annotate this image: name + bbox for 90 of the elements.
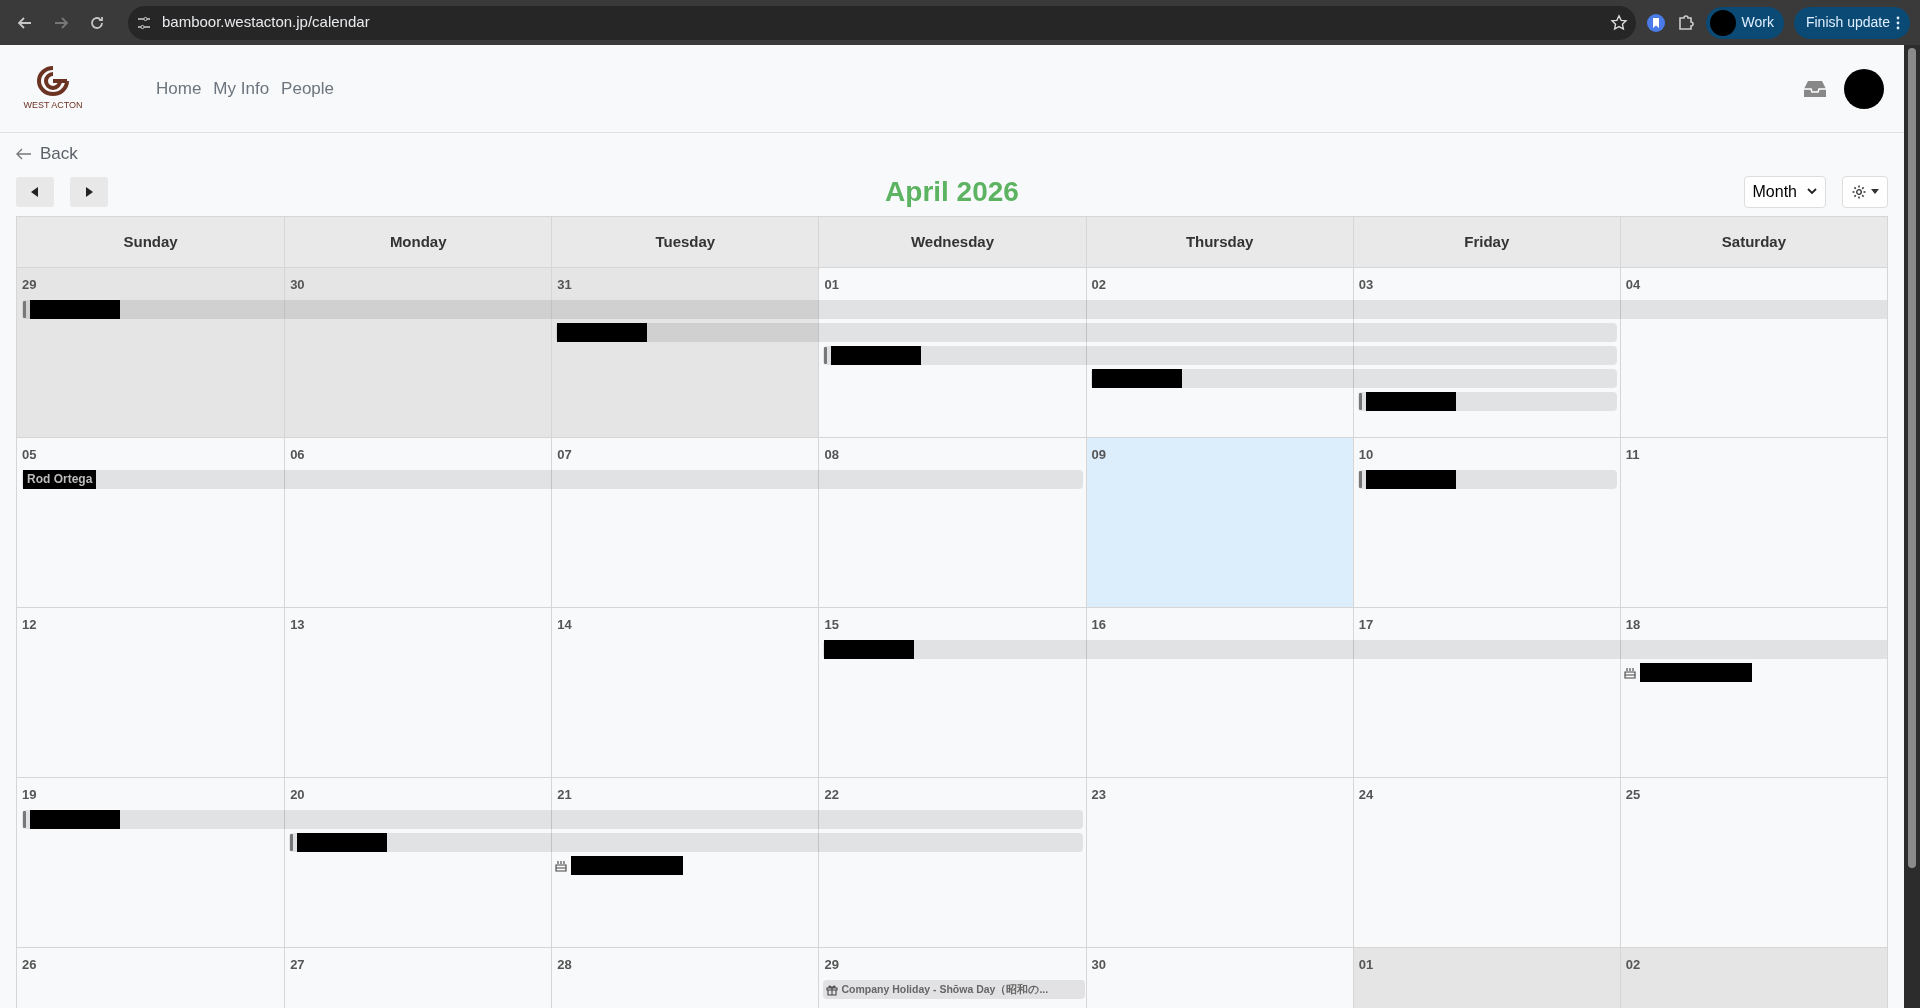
event-bar[interactable] <box>1357 470 1617 490</box>
event-bar[interactable] <box>1357 392 1617 412</box>
bookmark-extension-icon[interactable] <box>1645 12 1666 33</box>
date-number: 27 <box>290 957 305 973</box>
cake-icon <box>555 859 568 872</box>
arrow-left-icon <box>16 147 32 160</box>
date-number: 29 <box>22 277 37 293</box>
weekday-header: Wednesday <box>818 217 1086 268</box>
event-bar[interactable] <box>823 640 1086 660</box>
next-button[interactable] <box>70 176 108 207</box>
date-number: 19 <box>22 787 37 803</box>
date-number: 21 <box>557 787 572 803</box>
date-number: 29 <box>824 957 839 973</box>
more-icon <box>1896 15 1900 30</box>
nav-link[interactable]: Home <box>150 75 208 102</box>
weekday-header: Monday <box>284 217 552 268</box>
address-bar[interactable]: bamboor.westacton.jp/calendar <box>128 5 1636 40</box>
date-number: 03 <box>1358 277 1374 293</box>
date-number: 13 <box>290 617 305 633</box>
date-number: 24 <box>1358 787 1374 803</box>
weekday-header: Saturday <box>1619 217 1887 268</box>
event-bar[interactable] <box>823 346 1086 366</box>
weekday-header: Tuesday <box>551 217 819 268</box>
event-bar[interactable] <box>556 323 819 343</box>
day-cell[interactable]: 02 <box>1619 948 1887 1008</box>
date-number: 26 <box>22 957 37 973</box>
date-number: 10 <box>1358 447 1374 463</box>
inbox-icon[interactable] <box>1802 78 1828 99</box>
month-title: April 2026 <box>885 174 1019 209</box>
nav-link[interactable]: My Info <box>207 75 276 102</box>
date-number: 05 <box>22 447 37 463</box>
date-number: 07 <box>557 447 572 463</box>
profile-button[interactable]: Work <box>1705 6 1784 39</box>
date-number: 23 <box>1091 787 1107 803</box>
day-cell[interactable]: 29 <box>17 268 285 438</box>
date-number: 14 <box>557 617 572 633</box>
previous-button[interactable] <box>16 176 54 207</box>
chevron-down-icon <box>1807 188 1817 196</box>
settings-dropdown[interactable] <box>1842 175 1888 208</box>
triangle-left-icon <box>31 186 39 197</box>
url-text: bamboor.westacton.jp/calendar <box>162 12 370 33</box>
event-bar[interactable] <box>22 300 285 320</box>
date-number: 25 <box>1625 787 1641 803</box>
date-number: 18 <box>1625 617 1641 633</box>
gift-icon <box>826 983 839 996</box>
event-title: Rod Ortega <box>23 470 97 490</box>
event-bar[interactable] <box>22 810 285 830</box>
event-bar[interactable] <box>289 833 552 853</box>
date-number: 09 <box>1091 447 1107 463</box>
date-number: 06 <box>290 447 305 463</box>
weekday-header: Sunday <box>122 232 179 253</box>
site-settings-icon[interactable] <box>136 14 152 31</box>
event-bar[interactable] <box>1090 369 1353 389</box>
company-logo[interactable]: WEST ACTON <box>20 64 86 113</box>
cake-icon <box>1623 666 1636 679</box>
date-number: 31 <box>557 277 572 293</box>
triangle-right-icon <box>85 186 93 197</box>
day-cell[interactable]: 01 <box>1352 948 1620 1008</box>
date-number: 28 <box>557 957 572 973</box>
day-cell[interactable]: 09 <box>1085 438 1353 608</box>
date-number: 12 <box>22 617 37 633</box>
caret-icon <box>1871 189 1879 195</box>
date-number: 04 <box>1625 277 1641 293</box>
date-number: 11 <box>1625 447 1640 463</box>
date-number: 22 <box>824 787 839 803</box>
date-number: 08 <box>824 447 839 463</box>
date-number: 17 <box>1358 617 1374 633</box>
day-cell[interactable]: 30 <box>284 268 552 438</box>
date-number: 30 <box>290 277 305 293</box>
date-number: 15 <box>824 617 839 633</box>
weekday-header: Friday <box>1352 217 1620 268</box>
user-avatar[interactable] <box>1844 68 1884 109</box>
star-icon[interactable] <box>1609 13 1628 32</box>
day-cell[interactable]: 31 <box>551 268 819 438</box>
update-button[interactable]: Finish update <box>1793 6 1910 39</box>
view-select[interactable]: Month <box>1743 175 1826 208</box>
date-number: 30 <box>1091 957 1107 973</box>
date-number: 02 <box>1625 957 1641 973</box>
date-number: 02 <box>1091 277 1107 293</box>
settings-icon <box>1851 183 1867 200</box>
event-bar[interactable]: Rod Ortega <box>22 470 285 490</box>
back-link[interactable]: Back <box>16 141 78 167</box>
holiday-event[interactable]: Company Holiday - Shōwa Day（昭和の... <box>823 980 1085 1000</box>
event-title: Company Holiday - Shōwa Day（昭和の... <box>841 981 1049 997</box>
weekday-header: Thursday <box>1085 217 1353 268</box>
nav-link[interactable]: People <box>275 75 341 102</box>
date-number: 01 <box>824 277 839 293</box>
date-number: 01 <box>1358 957 1374 973</box>
date-number: 16 <box>1091 617 1107 633</box>
date-number: 20 <box>290 787 305 803</box>
